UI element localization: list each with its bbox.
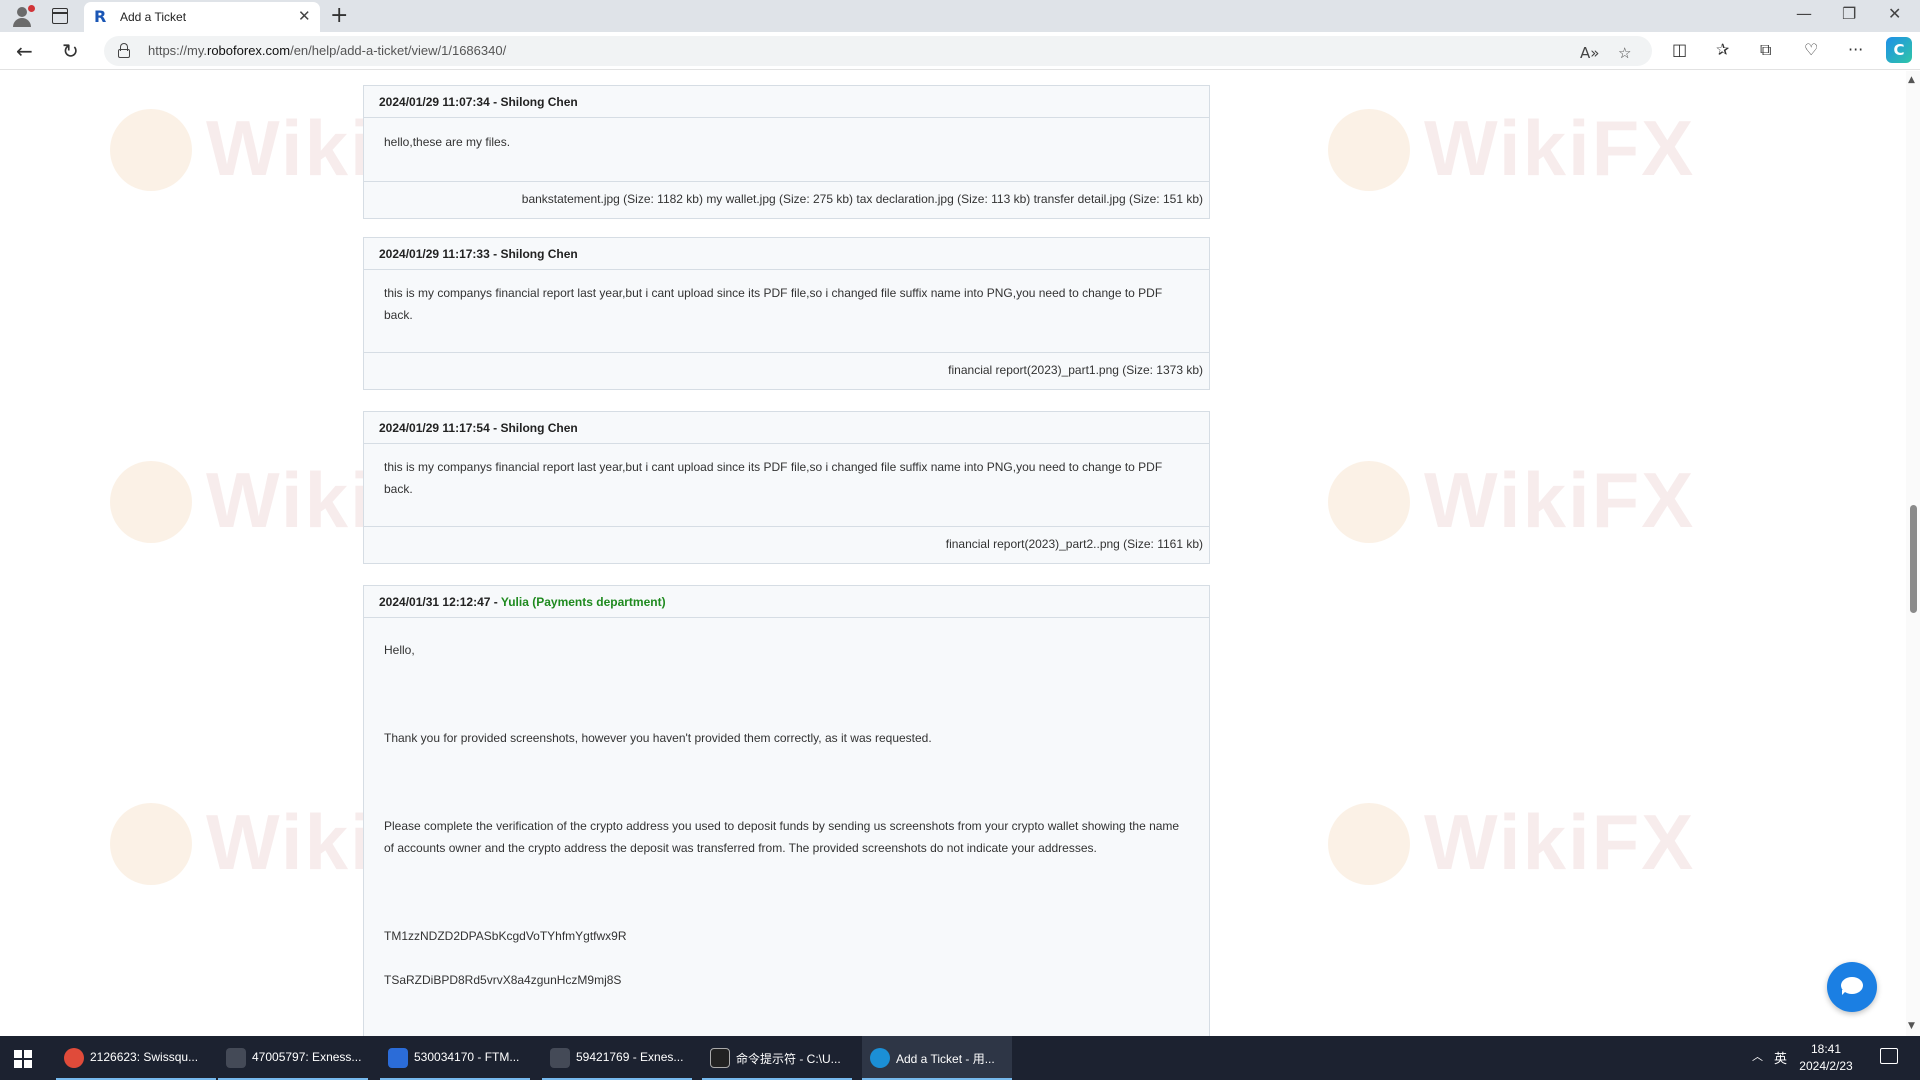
minimize-icon[interactable]: — — [1796, 4, 1812, 23]
taskbar-item-ftm[interactable]: 530034170 - FTM... — [380, 1036, 530, 1080]
page-content: WikiFX WikiFX WikiFX WikiFX WikiFX WikiF… — [0, 71, 1920, 1036]
attachment-links[interactable]: financial report(2023)_part2..png (Size:… — [364, 526, 1209, 561]
address-bar[interactable]: https://my.roboforex.com/en/help/add-a-t… — [104, 36, 1652, 66]
url-text[interactable]: https://my.roboforex.com/en/help/add-a-t… — [148, 43, 506, 58]
message-header: 2024/01/29 11:17:33 - Shilong Chen — [364, 238, 1209, 270]
favorite-star-icon[interactable]: ☆ — [1618, 44, 1631, 62]
taskbar-item-edge[interactable]: Add a Ticket - 用... — [862, 1036, 1012, 1080]
app-icon — [550, 1048, 570, 1068]
ticket-message-staff: 2024/01/31 12:12:47 - Yulia (Payments de… — [363, 585, 1210, 1036]
close-window-icon[interactable]: ✕ — [1888, 4, 1901, 23]
lock-icon[interactable] — [118, 43, 130, 58]
close-tab-icon[interactable]: ✕ — [298, 7, 311, 25]
message-body: hello,these are my files. — [384, 135, 511, 149]
message-header: 2024/01/29 11:17:54 - Shilong Chen — [364, 412, 1209, 444]
watermark: WikiFX — [1328, 101, 1693, 201]
taskbar-item-exness-1[interactable]: 47005797: Exness... — [218, 1036, 368, 1080]
read-aloud-icon[interactable]: A» — [1580, 44, 1599, 62]
message-header: 2024/01/31 12:12:47 - Yulia (Payments de… — [364, 586, 1209, 618]
message-body: Hello, Thank you for provided screenshot… — [364, 618, 1209, 1025]
crypto-address: TSaRZDiBPD8Rd5vrvX8a4zgunHczM9mj8S — [384, 973, 622, 987]
message-timestamp: 2024/01/29 11:07:34 - — [379, 95, 501, 109]
browser-title-bar: R Add a Ticket ✕ + — ❐ ✕ — [0, 0, 1920, 32]
taskbar-item-exness-2[interactable]: 59421769 - Exnes... — [542, 1036, 692, 1080]
tab-actions-icon[interactable] — [52, 8, 68, 24]
clock-date: 2024/2/23 — [1799, 1059, 1853, 1073]
taskbar-item-command-prompt[interactable]: 命令提示符 - C:\U... — [702, 1036, 852, 1080]
collections-icon[interactable]: ⧉ — [1760, 40, 1771, 60]
browser-essentials-icon[interactable]: ♡ — [1804, 40, 1818, 59]
taskbar-item-swissquote[interactable]: 2126623: Swissqu... — [56, 1036, 216, 1080]
ticket-message: 2024/01/29 11:17:54 - Shilong Chen this … — [363, 411, 1210, 564]
more-options-icon[interactable]: ··· — [1848, 40, 1863, 59]
favorites-icon[interactable]: ✰ — [1716, 40, 1729, 59]
ticket-message: 2024/01/29 11:07:34 - Shilong Chen hello… — [363, 85, 1210, 219]
attachment-links[interactable]: bankstatement.jpg (Size: 1182 kb) my wal… — [364, 181, 1209, 216]
taskbar-clock[interactable]: 18:41 2024/2/23 — [1786, 1041, 1866, 1075]
message-timestamp: 2024/01/29 11:17:33 - — [379, 247, 501, 261]
tab-title: Add a Ticket — [120, 10, 187, 24]
scrollbar-thumb[interactable] — [1910, 505, 1917, 613]
clock-time: 18:41 — [1810, 1042, 1842, 1056]
message-author: Shilong Chen — [500, 247, 578, 261]
message-author: Yulia (Payments department) — [500, 595, 666, 609]
message-paragraph: Thank you for provided screenshots, howe… — [384, 731, 932, 745]
terminal-icon — [710, 1048, 730, 1068]
message-author: Shilong Chen — [500, 421, 578, 435]
browser-toolbar: ← ↻ https://my.roboforex.com/en/help/add… — [0, 32, 1920, 70]
message-body: this is my companys financial report las… — [384, 460, 1163, 496]
scroll-down-icon[interactable]: ▼ — [1908, 1021, 1915, 1031]
tray-overflow-icon[interactable]: ︿ — [1752, 1048, 1763, 1064]
new-tab-icon[interactable]: + — [330, 3, 348, 28]
message-header: 2024/01/29 11:07:34 - Shilong Chen — [364, 86, 1209, 118]
restore-icon[interactable]: ❐ — [1842, 4, 1856, 23]
app-icon — [388, 1048, 408, 1068]
watermark: WikiFX — [1328, 453, 1693, 553]
back-icon[interactable]: ← — [16, 39, 33, 63]
scroll-up-icon[interactable]: ▲ — [1908, 75, 1915, 85]
edge-icon — [870, 1048, 890, 1068]
roboforex-favicon-icon: R — [94, 7, 107, 26]
profile-icon[interactable] — [10, 5, 35, 27]
windows-start-icon[interactable] — [14, 1050, 32, 1068]
attachment-links[interactable]: financial report(2023)_part1.png (Size: … — [364, 352, 1209, 387]
crypto-address: TM1zzNDZD2DPASbKcgdVoTYhfmYgtfwx9R — [384, 929, 627, 943]
windows-taskbar: 2126623: Swissqu... 47005797: Exness... … — [0, 1036, 1920, 1080]
ticket-message: 2024/01/29 11:17:33 - Shilong Chen this … — [363, 237, 1210, 390]
notification-icon[interactable] — [1880, 1048, 1898, 1064]
copilot-icon[interactable]: C — [1886, 37, 1912, 63]
message-timestamp: 2024/01/31 12:12:47 - — [379, 595, 501, 609]
message-paragraph: Please complete the verification of the … — [384, 819, 1180, 855]
message-body: this is my companys financial report las… — [384, 286, 1163, 322]
app-icon — [64, 1048, 84, 1068]
app-icon — [226, 1048, 246, 1068]
tab-add-a-ticket[interactable]: R Add a Ticket ✕ — [84, 2, 320, 32]
message-paragraph: Hello, — [384, 643, 415, 657]
message-timestamp: 2024/01/29 11:17:54 - — [379, 421, 501, 435]
chat-support-button[interactable] — [1827, 962, 1877, 1012]
split-screen-icon[interactable]: ◫ — [1672, 40, 1687, 59]
watermark: WikiFX — [1328, 795, 1693, 895]
page-scrollbar[interactable]: ▲ ▼ — [1906, 71, 1920, 1036]
message-author: Shilong Chen — [500, 95, 578, 109]
refresh-icon[interactable]: ↻ — [62, 39, 79, 63]
